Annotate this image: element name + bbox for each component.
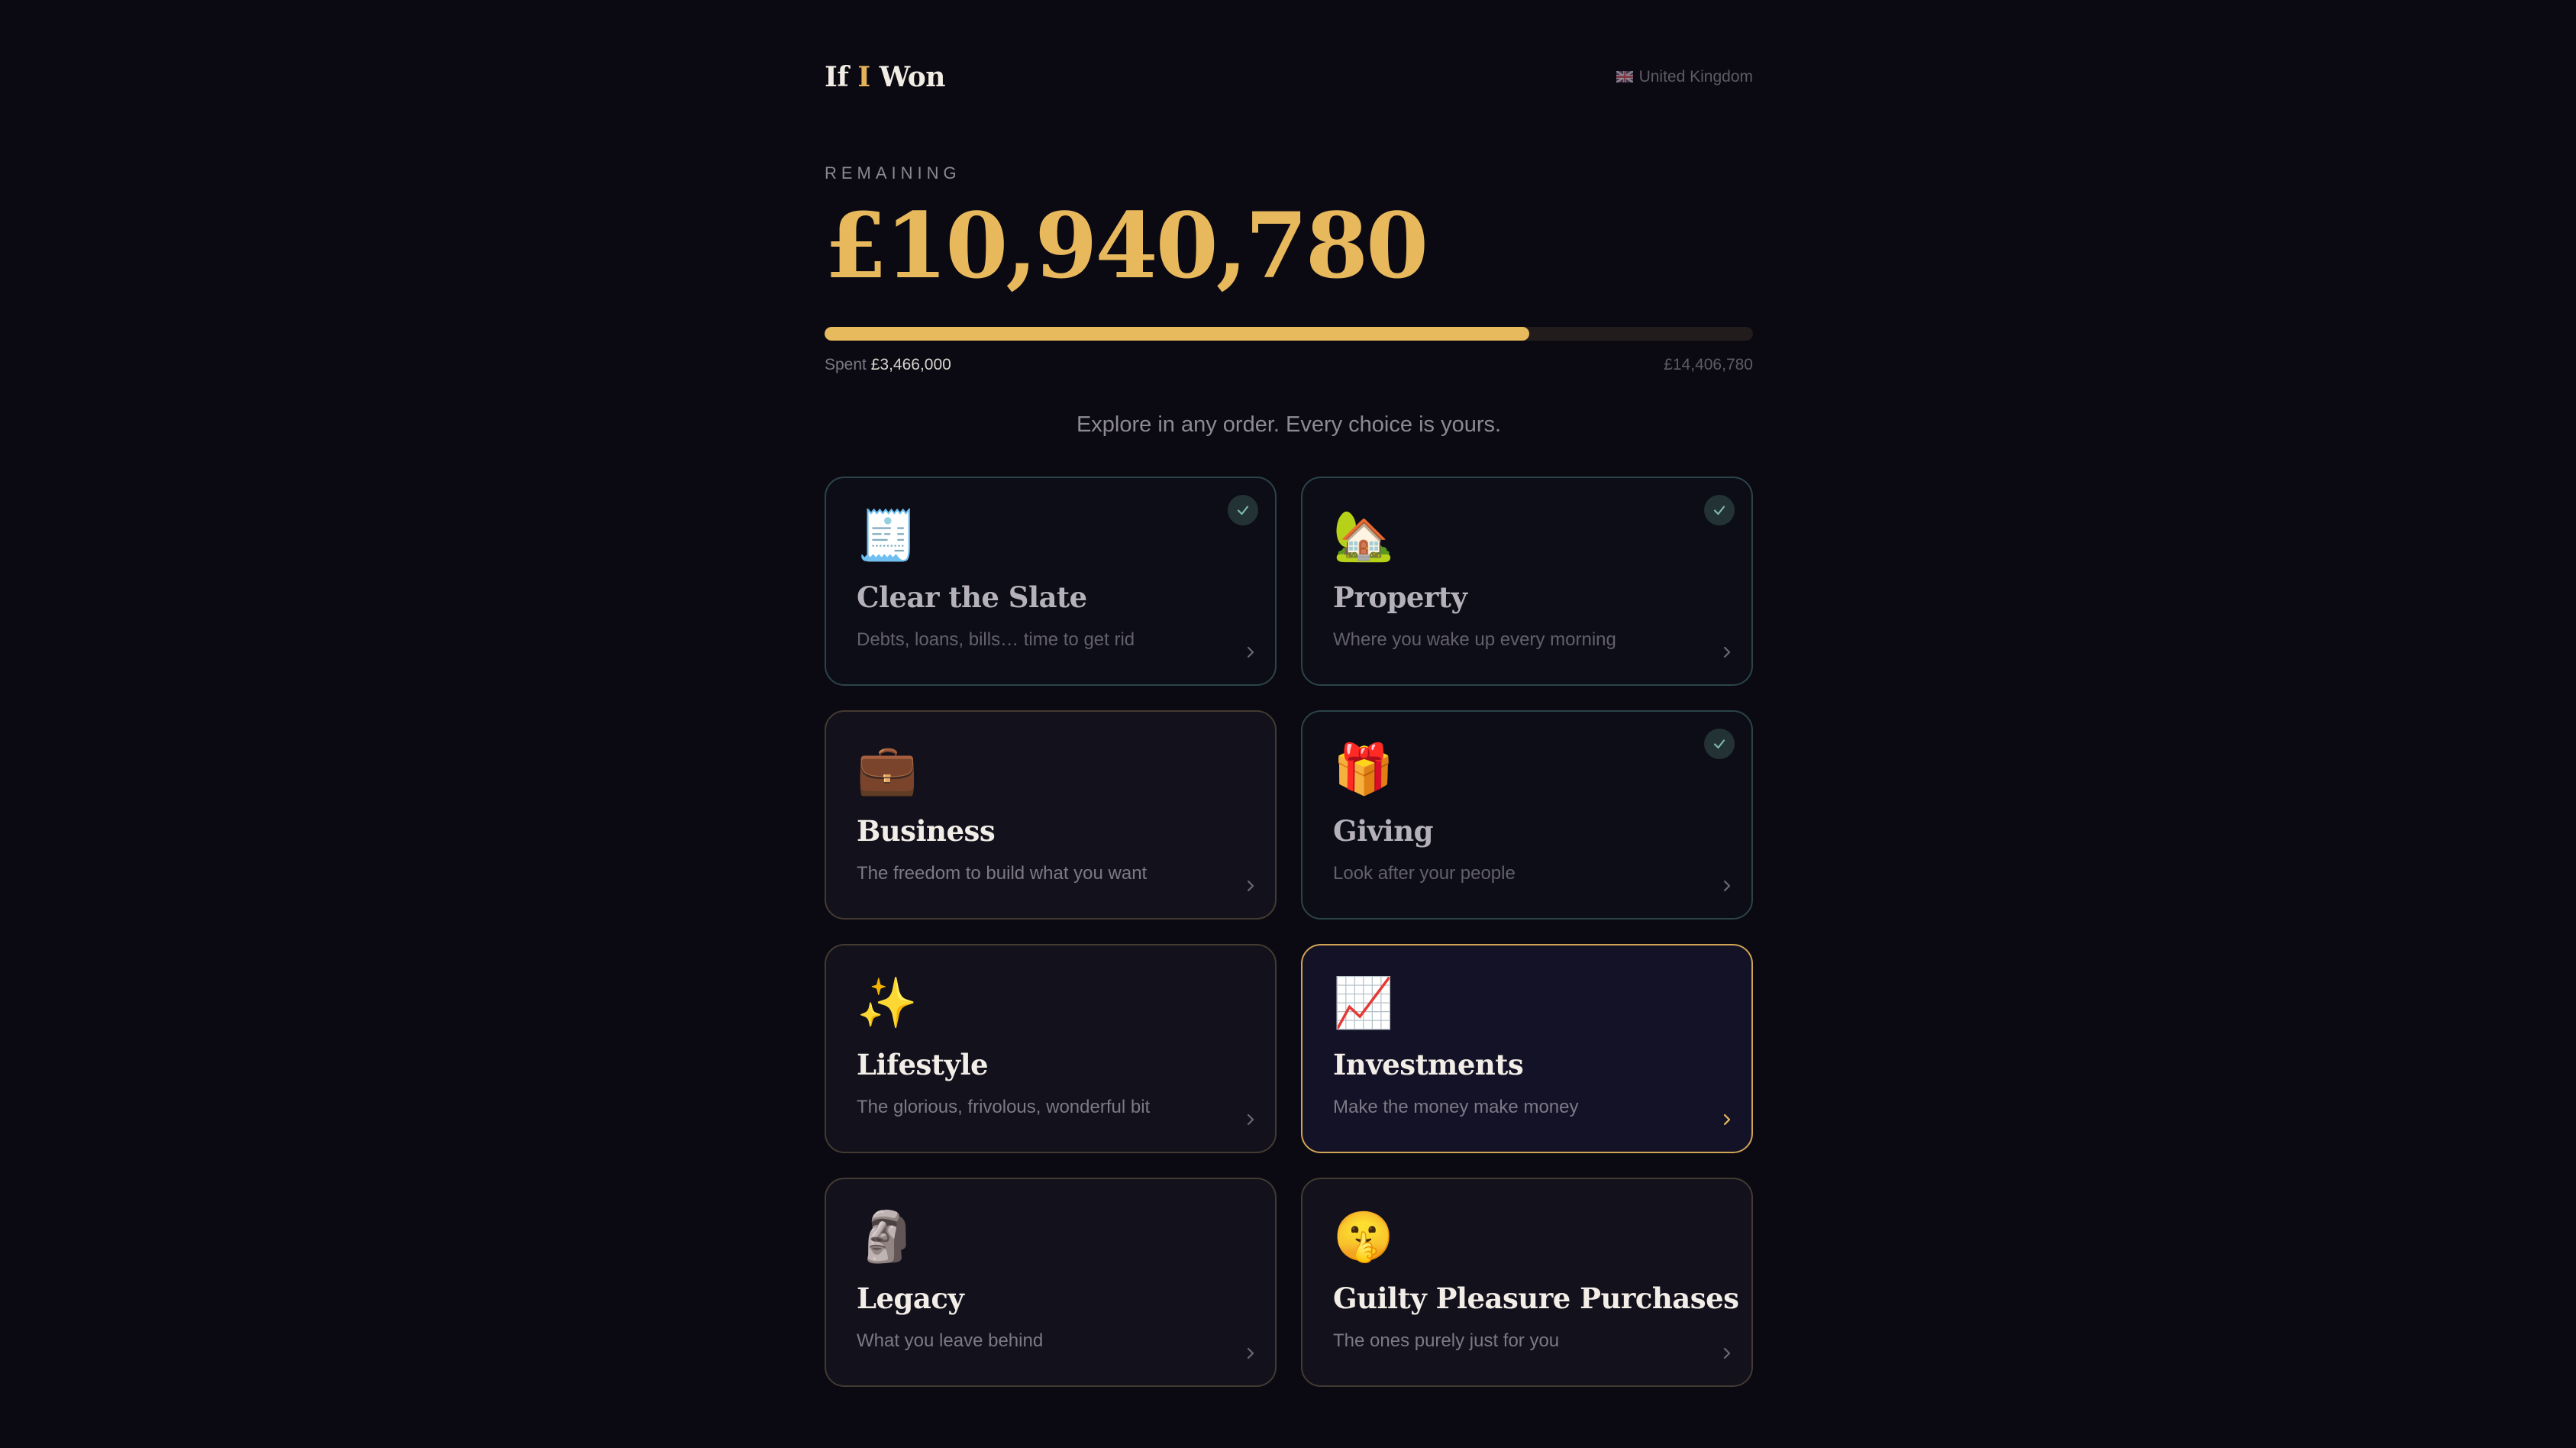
completed-check-icon <box>1704 495 1735 525</box>
category-card-legacy[interactable]: 🗿 Legacy What you leave behind <box>825 1178 1277 1387</box>
gift-icon: 🎁 <box>1333 742 1394 798</box>
card-description: The freedom to build what you want <box>857 863 1148 884</box>
card-description: Look after your people <box>1333 863 1516 884</box>
remaining-amount: £10,940,780 <box>825 192 1428 299</box>
chart-increasing-icon: 📈 <box>1333 975 1394 1032</box>
card-description: Debts, loans, bills… time to get rid <box>857 629 1135 650</box>
spent-label: Spent <box>825 356 867 373</box>
card-title: Business <box>857 814 996 848</box>
chevron-right-icon <box>1247 1347 1254 1359</box>
category-card-guilty-pleasure-purchases[interactable]: 🤫 Guilty Pleasure Purchases The ones pur… <box>1301 1178 1753 1387</box>
card-title: Investments <box>1333 1048 1524 1081</box>
shushing-face-icon: 🤫 <box>1333 1209 1394 1265</box>
chevron-right-icon <box>1723 1113 1731 1126</box>
card-description: Make the money make money <box>1333 1097 1579 1117</box>
total-amount: £14,406,780 <box>1664 356 1753 373</box>
uk-flag-icon <box>1616 71 1633 82</box>
house-with-garden-icon: 🏡 <box>1333 508 1394 564</box>
spent-summary: Spent £3,466,000 <box>825 354 951 376</box>
category-card-clear-the-slate[interactable]: 🧾 Clear the Slate Debts, loans, bills… t… <box>825 477 1277 686</box>
card-description: Where you wake up every morning <box>1333 629 1616 650</box>
spend-progress-bar <box>825 327 1753 341</box>
moai-icon: 🗿 <box>857 1209 918 1265</box>
card-description: What you leave behind <box>857 1330 1044 1351</box>
category-card-property[interactable]: 🏡 Property Where you wake up every morni… <box>1301 477 1753 686</box>
header: If I Won United Kingdom <box>825 60 1753 95</box>
category-card-business[interactable]: 💼 Business The freedom to build what you… <box>825 710 1277 920</box>
briefcase-icon: 💼 <box>857 742 918 798</box>
region-label: United Kingdom <box>1638 68 1753 86</box>
card-title: Legacy <box>857 1282 964 1315</box>
category-card-lifestyle[interactable]: ✨ Lifestyle The glorious, frivolous, won… <box>825 944 1277 1153</box>
chevron-right-icon <box>1723 1347 1731 1359</box>
receipt-icon: 🧾 <box>857 508 918 564</box>
remaining-label: REMAINING <box>825 163 961 183</box>
chevron-right-icon <box>1723 646 1731 658</box>
logo-text-start: If <box>825 61 858 93</box>
card-title: Giving <box>1333 814 1433 848</box>
completed-check-icon <box>1228 495 1258 525</box>
completed-check-icon <box>1704 729 1735 759</box>
spend-progress-fill <box>825 327 1530 341</box>
spent-amount: £3,466,000 <box>870 356 951 373</box>
chevron-right-icon <box>1247 1113 1254 1126</box>
card-title: Clear the Slate <box>857 580 1087 614</box>
chevron-right-icon <box>1247 880 1254 892</box>
card-description: The glorious, frivolous, wonderful bit <box>857 1097 1151 1117</box>
card-title: Property <box>1333 580 1467 614</box>
card-description: The ones purely just for you <box>1333 1330 1560 1351</box>
category-card-investments[interactable]: 📈 Investments Make the money make money <box>1301 944 1753 1153</box>
page-subtitle: Explore in any order. Every choice is yo… <box>1076 412 1502 437</box>
chevron-right-icon <box>1723 880 1731 892</box>
app-logo[interactable]: If I Won <box>825 60 945 95</box>
logo-text-accent: I <box>857 61 870 93</box>
chevron-right-icon <box>1247 646 1254 658</box>
region-selector[interactable]: United Kingdom <box>1616 66 1753 88</box>
card-title: Guilty Pleasure Purchases <box>1333 1282 1739 1315</box>
card-title: Lifestyle <box>857 1048 989 1081</box>
logo-text-end: Won <box>870 61 946 93</box>
category-card-giving[interactable]: 🎁 Giving Look after your people <box>1301 710 1753 920</box>
sparkles-icon: ✨ <box>857 975 918 1032</box>
